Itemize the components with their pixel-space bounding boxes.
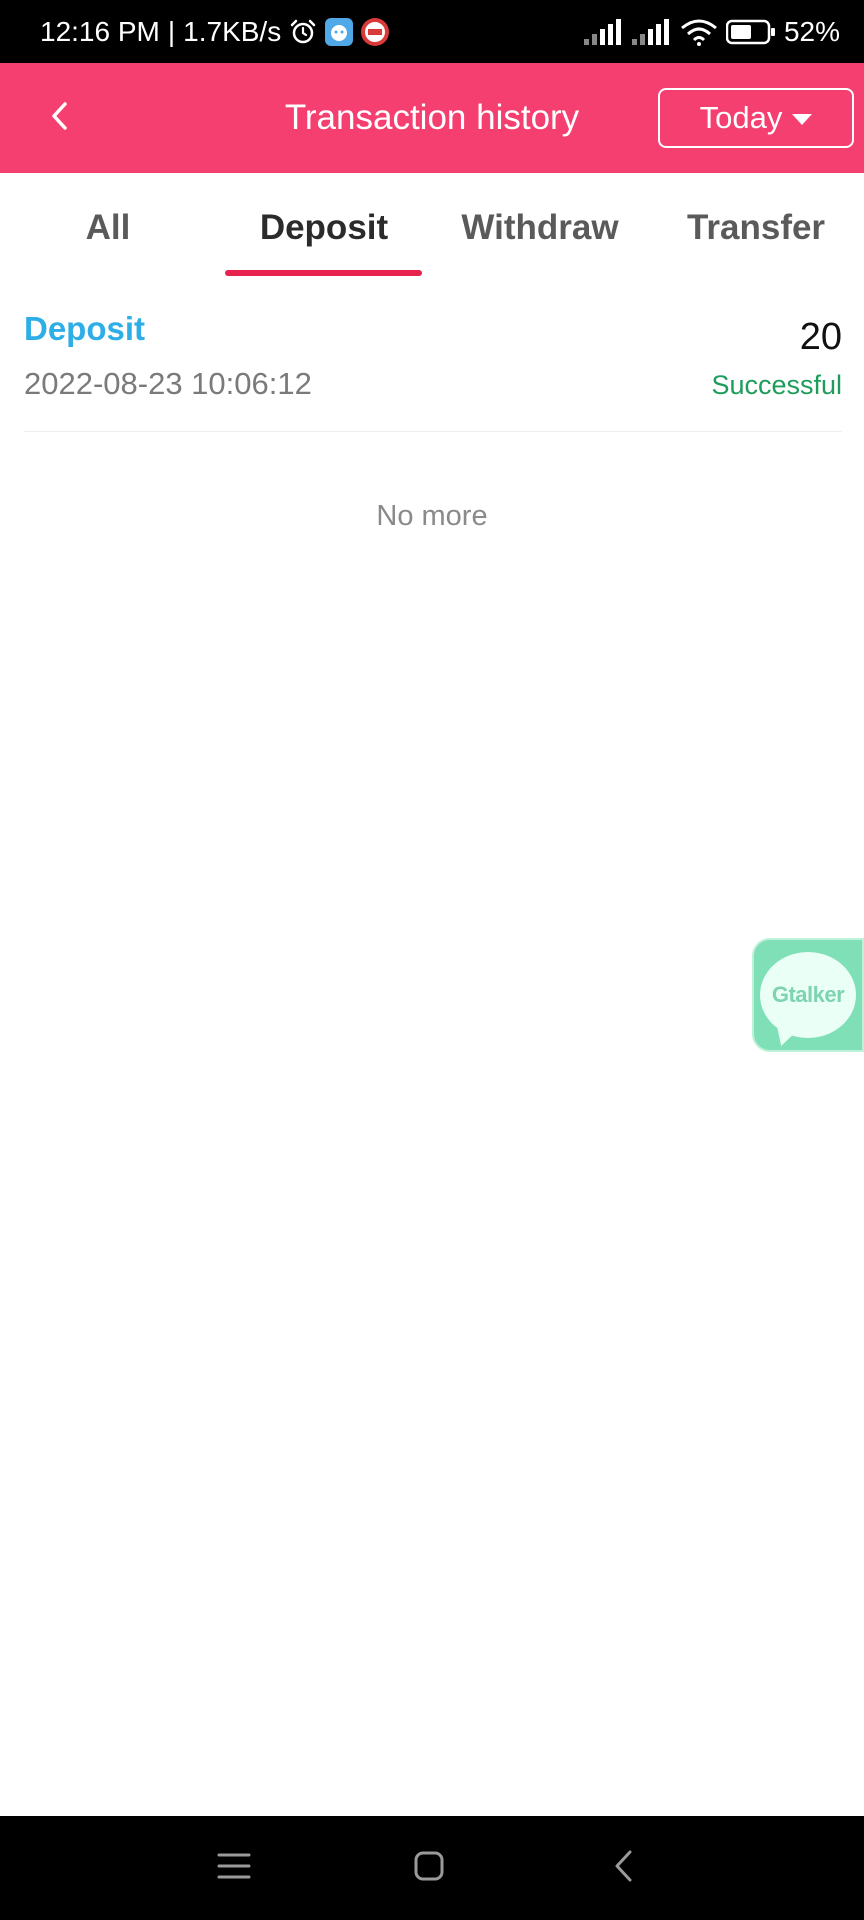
chevron-left-icon <box>45 98 75 139</box>
tab-withdraw[interactable]: Withdraw <box>432 173 648 283</box>
transaction-status: Successful <box>711 370 842 400</box>
app-notification-icon <box>325 17 354 46</box>
recent-apps-button[interactable] <box>208 1842 260 1894</box>
chat-label: Gtalker <box>771 982 845 1007</box>
transaction-amount: 20 <box>799 316 842 358</box>
transaction-datetime: 2022-08-23 10:06:12 <box>24 366 312 401</box>
date-filter-button[interactable]: Today <box>658 88 854 148</box>
battery-level: 52% <box>783 15 840 47</box>
transaction-type: Deposit <box>24 310 146 347</box>
tab-transfer[interactable]: Transfer <box>648 173 864 283</box>
tab-all[interactable]: All <box>0 173 216 283</box>
battery-icon <box>725 19 776 45</box>
alarm-icon <box>289 18 317 46</box>
wifi-icon <box>680 18 718 46</box>
menu-icon <box>217 1851 251 1886</box>
status-time: 12:16 PM <box>40 15 160 47</box>
list-end-text: No more <box>376 500 488 532</box>
chat-support-button[interactable]: Gtalker <box>752 938 864 1052</box>
caret-down-icon <box>792 113 813 125</box>
system-back-button[interactable] <box>598 1842 650 1894</box>
back-button[interactable] <box>30 88 90 148</box>
signal-icon <box>583 18 624 45</box>
transaction-row[interactable]: Deposit 2022-08-23 10:06:12 20 Successfu… <box>24 300 842 432</box>
app-bar: Transaction history Today <box>0 63 864 173</box>
status-right: 52% <box>583 15 840 48</box>
navigation-bar <box>0 1816 864 1920</box>
status-bar: 12:16 PM | 1.7KB/s 52% <box>0 0 864 63</box>
active-tab-indicator <box>225 270 422 276</box>
poker-app-icon <box>361 17 390 46</box>
chat-bubble-icon: Gtalker <box>760 952 856 1038</box>
home-icon <box>413 1850 445 1887</box>
back-arrow-icon <box>612 1849 636 1888</box>
status-network-speed: 1.7KB/s <box>183 15 282 47</box>
tab-deposit[interactable]: Deposit <box>216 173 432 283</box>
date-filter-label: Today <box>699 100 783 135</box>
home-button[interactable] <box>403 1842 455 1894</box>
signal-icon-2 <box>631 18 672 45</box>
status-left: 12:16 PM | 1.7KB/s <box>40 15 390 48</box>
transaction-tabs: All Deposit Withdraw Transfer <box>0 173 864 283</box>
status-separator: | <box>167 15 176 47</box>
